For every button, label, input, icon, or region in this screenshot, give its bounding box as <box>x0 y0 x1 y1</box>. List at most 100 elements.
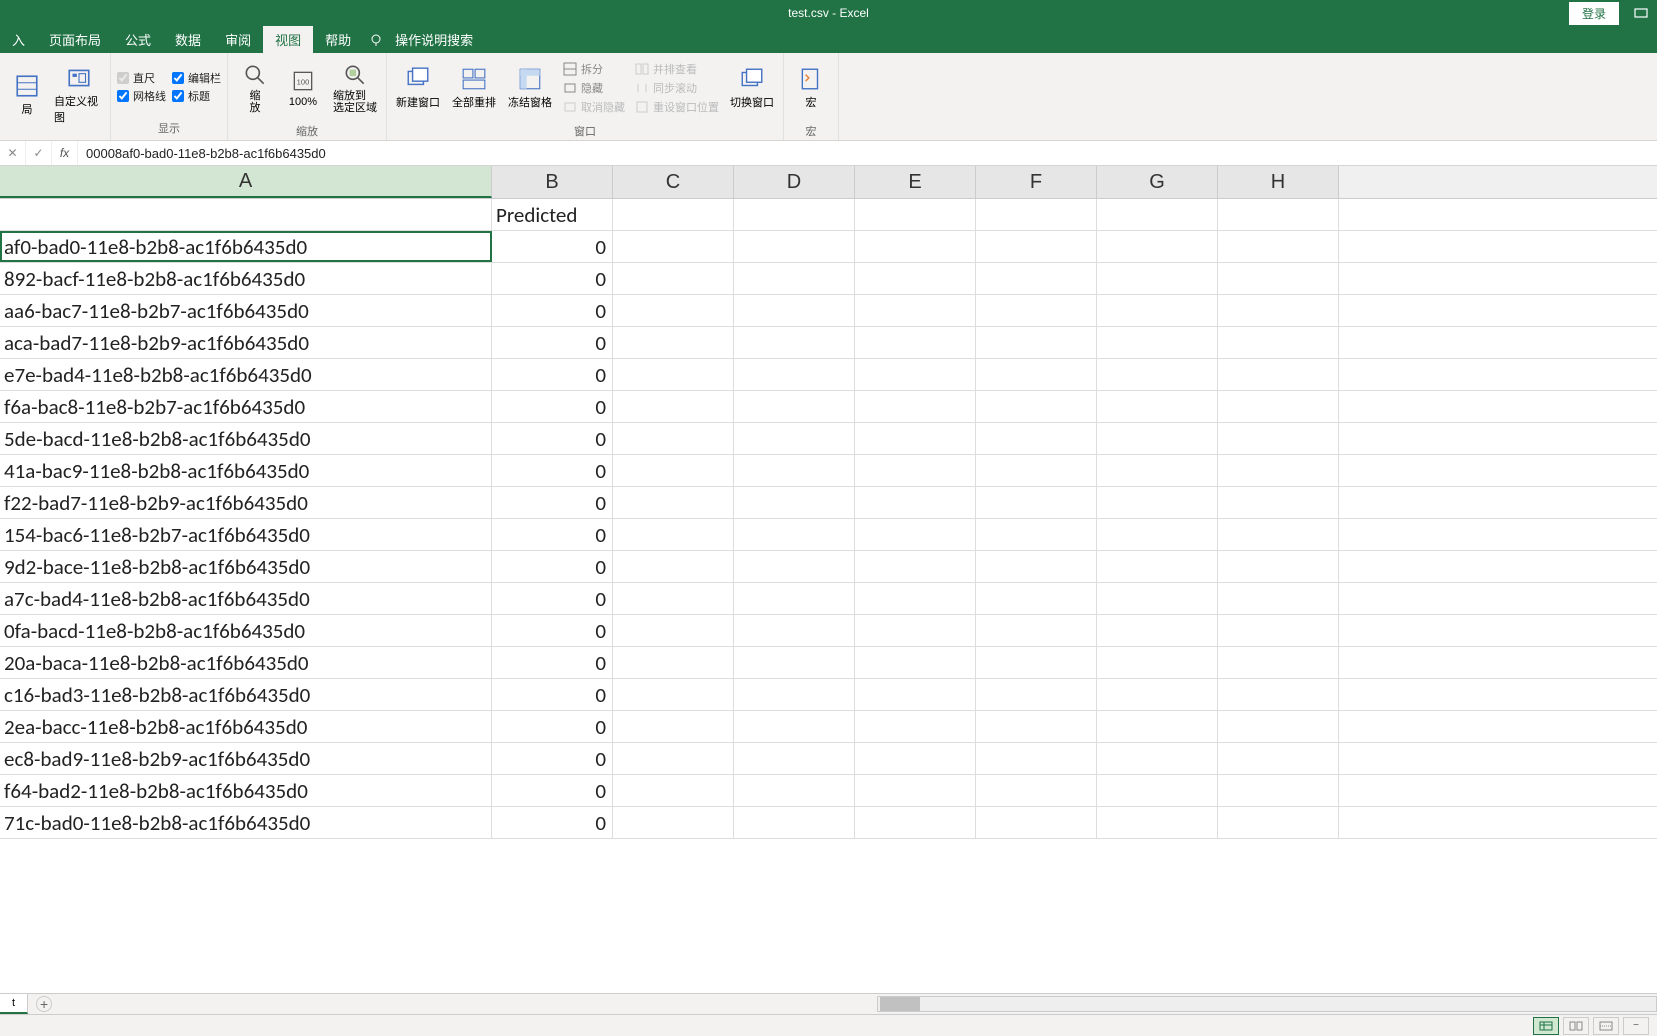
col-header-H[interactable]: H <box>1218 166 1339 198</box>
cell-B[interactable]: 0 <box>492 423 613 454</box>
cell-G[interactable] <box>1097 295 1218 326</box>
cell-E[interactable] <box>855 647 976 678</box>
cell-H[interactable] <box>1218 327 1339 358</box>
cell-D[interactable] <box>734 391 855 422</box>
col-header-C[interactable]: C <box>613 166 734 198</box>
cell-C1[interactable] <box>613 199 734 230</box>
formula-input[interactable]: 00008af0-bad0-11e8-b2b8-ac1f6b6435d0 <box>78 146 1657 161</box>
cell-F[interactable] <box>976 423 1097 454</box>
cell-E[interactable] <box>855 519 976 550</box>
horizontal-scrollbar[interactable] <box>877 996 1657 1012</box>
cell-D[interactable] <box>734 295 855 326</box>
col-header-E[interactable]: E <box>855 166 976 198</box>
cell-B[interactable]: 0 <box>492 263 613 294</box>
cell-A[interactable]: f6a-bac8-11e8-b2b7-ac1f6b6435d0 <box>0 391 492 422</box>
tab-review[interactable]: 审阅 <box>213 26 263 53</box>
tab-formulas[interactable]: 公式 <box>113 26 163 53</box>
zoom-100-button[interactable]: 100 100% <box>282 55 324 121</box>
enter-icon[interactable]: ✓ <box>26 141 52 165</box>
split-button[interactable]: 拆分 <box>561 60 627 78</box>
cell-A[interactable]: 5de-bacd-11e8-b2b8-ac1f6b6435d0 <box>0 423 492 454</box>
cell-F[interactable] <box>976 615 1097 646</box>
cell-H[interactable] <box>1218 679 1339 710</box>
cell-B[interactable]: 0 <box>492 775 613 806</box>
cell-E1[interactable] <box>855 199 976 230</box>
cell-A[interactable]: 41a-bac9-11e8-b2b8-ac1f6b6435d0 <box>0 455 492 486</box>
cell-E[interactable] <box>855 615 976 646</box>
cell-D[interactable] <box>734 743 855 774</box>
cell-A[interactable]: af0-bad0-11e8-b2b8-ac1f6b6435d0 <box>0 231 492 262</box>
cell-C[interactable] <box>613 231 734 262</box>
cell-C[interactable] <box>613 551 734 582</box>
cell-H[interactable] <box>1218 807 1339 838</box>
cell-D[interactable] <box>734 455 855 486</box>
gridlines-checkbox[interactable]: 网格线 <box>117 88 166 104</box>
cell-D[interactable] <box>734 775 855 806</box>
cell-G1[interactable] <box>1097 199 1218 230</box>
cell-D[interactable] <box>734 583 855 614</box>
cell-G[interactable] <box>1097 807 1218 838</box>
col-header-G[interactable]: G <box>1097 166 1218 198</box>
cell-H[interactable] <box>1218 647 1339 678</box>
cell-D[interactable] <box>734 711 855 742</box>
cell-A[interactable]: f64-bad2-11e8-b2b8-ac1f6b6435d0 <box>0 775 492 806</box>
cell-E[interactable] <box>855 231 976 262</box>
cell-F[interactable] <box>976 391 1097 422</box>
cell-B[interactable]: 0 <box>492 679 613 710</box>
cell-B[interactable]: 0 <box>492 487 613 518</box>
cell-B1[interactable]: Predicted <box>492 199 613 230</box>
cell-F[interactable] <box>976 711 1097 742</box>
hscroll-thumb[interactable] <box>880 997 920 1011</box>
cell-G[interactable] <box>1097 327 1218 358</box>
sheet-tab[interactable]: t <box>0 994 28 1014</box>
cell-F[interactable] <box>976 679 1097 710</box>
cell-H[interactable] <box>1218 391 1339 422</box>
cell-D[interactable] <box>734 487 855 518</box>
cell-C[interactable] <box>613 423 734 454</box>
cell-G[interactable] <box>1097 647 1218 678</box>
cell-F[interactable] <box>976 487 1097 518</box>
cell-D[interactable] <box>734 231 855 262</box>
cell-C[interactable] <box>613 647 734 678</box>
cell-D[interactable] <box>734 359 855 390</box>
cell-H[interactable] <box>1218 743 1339 774</box>
cell-E[interactable] <box>855 263 976 294</box>
cell-G[interactable] <box>1097 551 1218 582</box>
cell-B[interactable]: 0 <box>492 615 613 646</box>
cell-B[interactable]: 0 <box>492 359 613 390</box>
col-header-B[interactable]: B <box>492 166 613 198</box>
cell-C[interactable] <box>613 583 734 614</box>
fx-icon[interactable]: fx <box>52 141 78 165</box>
cell-A[interactable]: 20a-baca-11e8-b2b8-ac1f6b6435d0 <box>0 647 492 678</box>
cell-C[interactable] <box>613 711 734 742</box>
cell-B[interactable]: 0 <box>492 455 613 486</box>
cell-E[interactable] <box>855 391 976 422</box>
grid-body[interactable]: Predicted af0-bad0-11e8-b2b8-ac1f6b6435d… <box>0 199 1657 839</box>
freeze-panes-button[interactable]: 冻结窗格 <box>505 55 555 121</box>
cell-E[interactable] <box>855 679 976 710</box>
zoom-selection-button[interactable]: 缩放到 选定区域 <box>330 55 380 121</box>
cell-A[interactable]: ec8-bad9-11e8-b2b9-ac1f6b6435d0 <box>0 743 492 774</box>
add-sheet-icon[interactable]: + <box>36 996 52 1012</box>
cell-C[interactable] <box>613 679 734 710</box>
cell-F[interactable] <box>976 519 1097 550</box>
cell-A[interactable]: aca-bad7-11e8-b2b9-ac1f6b6435d0 <box>0 327 492 358</box>
arrange-all-button[interactable]: 全部重排 <box>449 55 499 121</box>
cell-A[interactable]: c16-bad3-11e8-b2b8-ac1f6b6435d0 <box>0 679 492 710</box>
cell-E[interactable] <box>855 775 976 806</box>
cell-H[interactable] <box>1218 423 1339 454</box>
cell-C[interactable] <box>613 775 734 806</box>
tell-me-search[interactable]: 操作说明搜索 <box>389 26 479 53</box>
cell-B[interactable]: 0 <box>492 327 613 358</box>
cell-D[interactable] <box>734 519 855 550</box>
col-header-D[interactable]: D <box>734 166 855 198</box>
cell-F[interactable] <box>976 583 1097 614</box>
cell-A[interactable]: 0fa-bacd-11e8-b2b8-ac1f6b6435d0 <box>0 615 492 646</box>
cell-F[interactable] <box>976 295 1097 326</box>
cell-C[interactable] <box>613 455 734 486</box>
cell-A[interactable]: 71c-bad0-11e8-b2b8-ac1f6b6435d0 <box>0 807 492 838</box>
cell-G[interactable] <box>1097 711 1218 742</box>
normal-view-icon[interactable] <box>1533 1017 1559 1035</box>
ruler-checkbox[interactable]: 直尺 <box>117 70 166 86</box>
headings-checkbox[interactable]: 标题 <box>172 88 221 104</box>
